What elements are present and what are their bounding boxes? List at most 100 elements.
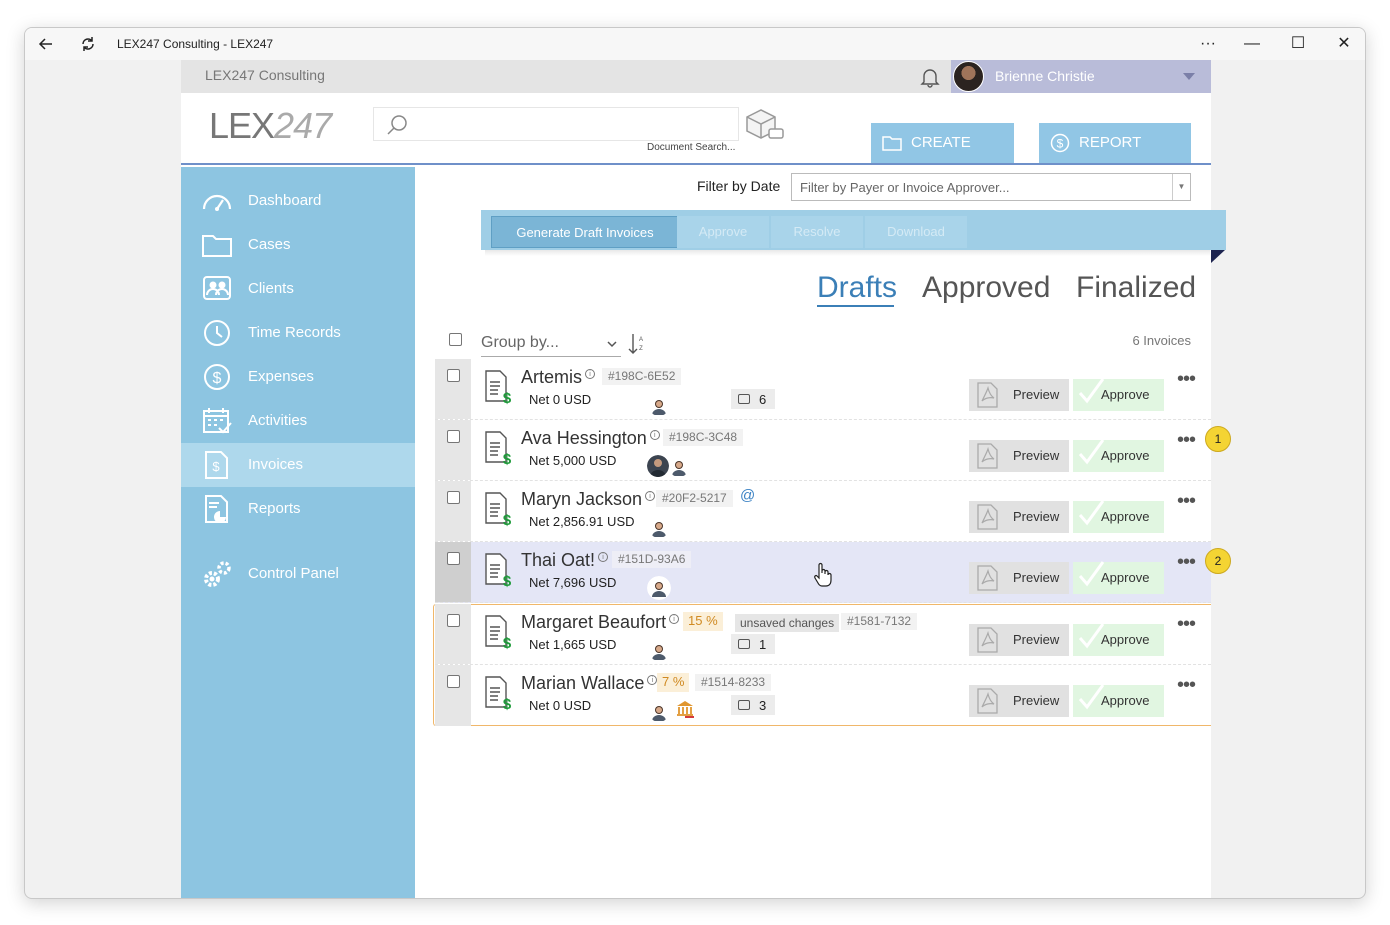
svg-text:$: $ (1057, 137, 1064, 151)
client-name[interactable]: Ava Hessington i (521, 428, 660, 449)
notifications-bell-icon[interactable] (919, 66, 941, 88)
maximize-button[interactable]: ☐ (1285, 32, 1311, 56)
filter-by-date-label[interactable]: Filter by Date (697, 178, 780, 194)
info-icon[interactable]: i (645, 491, 656, 501)
sidebar-item-dashboard[interactable]: Dashboard (181, 179, 415, 223)
more-actions-icon[interactable]: ••• (1177, 369, 1201, 393)
client-name[interactable]: Margaret Beaufort i (521, 612, 680, 633)
app-window: LEX247 Consulting - LEX247 ··· — ☐ ✕ LEX… (24, 27, 1366, 899)
select-all-checkbox[interactable] (449, 333, 462, 346)
approve-button[interactable]: Approve (1073, 439, 1164, 472)
invoice-row-thai-oat[interactable]: $ Thai Oat! i #151D-93A6 Net 7,696 USD Pr… (435, 542, 1211, 603)
preview-button[interactable]: Preview (969, 501, 1069, 533)
tab-finalized[interactable]: Finalized (1076, 271, 1196, 305)
sort-icon[interactable]: AZ (627, 332, 645, 356)
chevron-down-icon (607, 341, 617, 348)
info-icon[interactable]: i (647, 675, 658, 685)
sidebar-item-time-records[interactable]: Time Records (181, 311, 415, 355)
window-title: LEX247 Consulting - LEX247 (117, 37, 274, 51)
row-checkbox[interactable] (447, 614, 460, 627)
pdf-icon (977, 504, 998, 530)
preview-button[interactable]: Preview (969, 685, 1069, 717)
download-button[interactable]: Download (865, 216, 967, 248)
close-button[interactable]: ✕ (1331, 32, 1357, 56)
sidebar-item-cases[interactable]: Cases (181, 223, 415, 267)
report-asset-button[interactable]: $ REPORT ASSET (1039, 123, 1191, 191)
minimize-button[interactable]: — (1239, 32, 1265, 56)
approve-button[interactable]: Approve (1073, 378, 1164, 411)
invoice-row-margaret-beaufort[interactable]: $ Margaret Beaufort i 15 % unsaved change… (435, 604, 1211, 665)
client-name[interactable]: Maryn Jackson i (521, 489, 656, 510)
row-stripe (435, 542, 471, 602)
mention-icon[interactable]: @ (740, 487, 755, 504)
info-icon[interactable]: i (598, 552, 609, 562)
group-by-select[interactable]: Group by... (481, 331, 621, 357)
refresh-button[interactable] (75, 32, 101, 56)
preview-button[interactable]: Preview (969, 440, 1069, 472)
create-case-button[interactable]: CREATE CASE (871, 123, 1014, 191)
client-name[interactable]: Artemis i (521, 367, 596, 388)
more-actions-icon[interactable]: ••• (1177, 614, 1201, 638)
tab-drafts[interactable]: Drafts (817, 271, 897, 305)
lex247-logo[interactable]: LEX247 (209, 105, 332, 147)
sidebar-item-label: Cases (248, 236, 291, 253)
generate-draft-invoices-button[interactable]: Generate Draft Invoices (491, 216, 679, 248)
info-icon[interactable]: i (585, 369, 596, 379)
client-name[interactable]: Marian Wallace i (521, 673, 658, 694)
invoice-id-tag: #1581-7132 (841, 613, 918, 630)
more-actions-icon[interactable]: ••• (1177, 552, 1201, 576)
row-checkbox[interactable] (447, 369, 460, 382)
sidebar-item-activities[interactable]: Activities (181, 399, 415, 443)
sidebar-item-reports[interactable]: Reports (181, 487, 415, 531)
sidebar-item-control-panel[interactable]: Control Panel (181, 552, 415, 596)
preview-button[interactable]: Preview (969, 624, 1069, 656)
row-checkbox[interactable] (447, 430, 460, 443)
annotation-badge-1: 1 (1205, 426, 1231, 452)
approve-selected-button[interactable]: Approve (677, 216, 769, 248)
more-actions-icon[interactable]: ••• (1177, 491, 1201, 515)
sidebar-item-label: Invoices (248, 456, 304, 473)
preview-button[interactable]: Preview (969, 379, 1069, 411)
invoice-row-maryn-jackson[interactable]: $ Maryn Jackson i #20F2-5217 @ Net 2,856.… (435, 481, 1211, 542)
comments-count[interactable]: 6 (731, 389, 775, 409)
row-checkbox[interactable] (447, 491, 460, 504)
svg-text:$: $ (503, 512, 512, 527)
package-search-icon[interactable] (743, 107, 785, 141)
comment-icon (738, 700, 750, 710)
app-content: LEX247 Consulting Brienne Christie LEX24… (181, 60, 1231, 898)
sidebar-item-clients[interactable]: Clients (181, 267, 415, 311)
company-name: LEX247 Consulting (205, 67, 325, 83)
net-amount: Net 7,696 USD (529, 575, 617, 590)
more-actions-icon[interactable]: ••• (1177, 675, 1201, 699)
sidebar-item-invoices[interactable]: $ Invoices (181, 443, 415, 487)
sidebar-item-expenses[interactable]: $ Expenses (181, 355, 415, 399)
more-options-button[interactable]: ··· (1195, 32, 1221, 56)
payer-filter-select[interactable]: Filter by Payer or Invoice Approver... ▼ (791, 173, 1191, 201)
approve-button[interactable]: Approve (1073, 684, 1164, 717)
invoice-row-artemis[interactable]: $ Artemis i #198C-6E52 Net 0 USD 6 Previe… (435, 359, 1211, 420)
more-actions-icon[interactable]: ••• (1177, 430, 1201, 454)
info-icon[interactable]: i (649, 430, 660, 440)
user-menu[interactable]: Brienne Christie (951, 60, 1211, 93)
document-search-input[interactable] (373, 107, 739, 141)
invoice-row-marian-wallace[interactable]: $ Marian Wallace i 7 % #1514-8233 Net 0 U… (435, 665, 1211, 726)
approve-button[interactable]: Approve (1073, 623, 1164, 656)
approve-button[interactable]: Approve (1073, 561, 1164, 594)
approver-avatar (647, 455, 669, 477)
back-button[interactable] (33, 32, 59, 56)
tab-approved[interactable]: Approved (922, 271, 1050, 305)
approver-avatar (672, 461, 686, 476)
comments-count[interactable]: 3 (731, 695, 775, 715)
resolve-button[interactable]: Resolve (771, 216, 863, 248)
invoice-row-ava-hessington[interactable]: $ Ava Hessington i #198C-3C48 Net 5,000 U… (435, 420, 1211, 481)
sidebar-item-label: Reports (248, 500, 301, 517)
info-icon[interactable]: i (669, 614, 680, 624)
approve-button[interactable]: Approve (1073, 500, 1164, 533)
sidebar-item-label: Control Panel (248, 565, 339, 582)
preview-button[interactable]: Preview (969, 562, 1069, 594)
pdf-icon (977, 688, 998, 714)
comments-count[interactable]: 1 (731, 634, 775, 654)
row-checkbox[interactable] (447, 552, 460, 565)
client-name[interactable]: Thai Oat! i (521, 550, 609, 571)
row-checkbox[interactable] (447, 675, 460, 688)
